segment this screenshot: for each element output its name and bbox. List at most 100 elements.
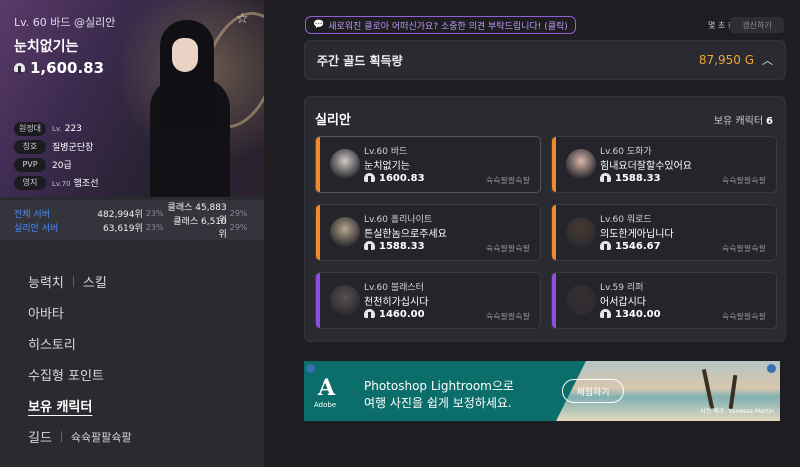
character-avatar [330, 149, 360, 179]
helmet-icon [600, 173, 611, 184]
character-card[interactable]: Lv.60 바드 눈치없기는 1600.83 슉슉팔팔슉팔 [315, 136, 541, 193]
character-card[interactable]: Lv.60 홀리나이트튼실한놈으로주세요 1588.33 슉슉팔팔슉팔 [315, 204, 541, 261]
character-subtitle: Lv. 60 바드 @실리안 [14, 16, 116, 29]
character-class: Lv.60 도화가 [600, 147, 652, 157]
info-value: 질병군단장 [52, 143, 94, 153]
ad-close-icon[interactable] [767, 364, 776, 373]
menu-item-roster[interactable]: 보유 캐릭터 [28, 390, 132, 421]
weekly-gold-panel[interactable]: 주간 골드 획득량 87,950 G ︿ [304, 40, 786, 80]
roster-count: 보유 캐릭터 6 [713, 116, 773, 127]
character-class: Lv.60 바드 [364, 147, 408, 157]
character-item-level: 1340.00 [600, 309, 661, 320]
character-class: Lv.60 워로드 [600, 215, 652, 225]
character-guild: 슉슉팔팔슉팔 [721, 176, 766, 185]
ranking-label: 전체 서버 [14, 209, 50, 220]
character-card[interactable]: Lv.60 블래스터 천천히가십시다 1460.00 슉슉팔팔슉팔 [315, 272, 541, 329]
character-avatar [330, 285, 360, 315]
character-avatar [330, 217, 360, 247]
character-name: 힘내요더잘할수있어요 [600, 161, 692, 172]
refresh-button[interactable]: 갱신하기 [730, 17, 784, 33]
ranking-box: 전체 서버 482,994위 23% 클래스 45,883위 29% 실리안 서… [0, 200, 264, 240]
character-name: 천천히가십시다 [364, 297, 429, 308]
class-ranking-value: 클래스 6,510위 [173, 217, 227, 240]
ranking-label: 실리안 서버 [14, 223, 59, 234]
menu-item-ability-skill: 능력치 스킬 [28, 266, 132, 297]
ad-title-line2: 여행 사진을 쉽게 보정하세요. [364, 396, 512, 410]
character-card[interactable]: Lv.60 워로드 의도한게아닙니다 1546.67 슉슉팔팔슉팔 [551, 204, 777, 261]
chevron-up-icon[interactable]: ︿ [762, 52, 773, 68]
adobe-logo: A Adobe [314, 373, 342, 409]
profile-info-list: 원정대 Lv. 223 칭호 질병군단장 PVP 20급 영지 Lv.70 햄조선 [14, 120, 98, 192]
card-accent-stripe [552, 273, 556, 328]
character-name: 튼실한놈으로주세요 [364, 229, 447, 240]
menu-item-guild: 길드 슉슉팔팔슉팔 [28, 421, 132, 452]
info-value: Lv. 223 [52, 123, 82, 134]
helmet-icon [364, 309, 375, 320]
character-item-level: 1588.33 [364, 241, 425, 252]
info-tag: PVP [14, 157, 46, 172]
advertisement-banner[interactable]: A Adobe Photoshop Lightroom으로 여행 사진을 쉽게 … [304, 361, 780, 421]
character-item-level: 1546.67 [600, 241, 661, 252]
card-accent-stripe [552, 205, 556, 260]
ranking-percent: 23% [145, 208, 164, 218]
character-guild: 슉슉팔팔슉팔 [485, 244, 530, 253]
character-guild: 슉슉팔팔슉팔 [485, 176, 530, 185]
palm-tree-icon [728, 374, 738, 410]
character-guild: 슉슉팔팔슉팔 [721, 312, 766, 321]
card-accent-stripe [316, 273, 320, 328]
character-item-level: 1460.00 [364, 309, 425, 320]
card-accent-stripe [552, 137, 556, 192]
weekly-gold-title: 주간 골드 획득량 [317, 53, 403, 68]
ad-info-icon[interactable] [306, 364, 315, 373]
ad-try-button[interactable]: 체험하기 [562, 379, 624, 403]
info-value: Lv.70 햄조선 [52, 179, 99, 189]
character-item-level: 1588.33 [600, 173, 661, 184]
menu-divider [72, 276, 74, 287]
favorite-star-icon[interactable]: ☆ [236, 11, 249, 27]
notice-text: 새로워진 클로아 어떠신가요? 소중한 의견 부탁드립니다! (클릭) [328, 21, 568, 32]
menu-item-collect[interactable]: 수집형 포인트 [28, 359, 132, 390]
info-row-expedition: 원정대 Lv. 223 [14, 120, 98, 137]
helmet-icon [600, 241, 611, 252]
palm-tree-icon [701, 369, 715, 409]
character-avatar [566, 285, 596, 315]
card-accent-stripe [316, 205, 320, 260]
info-tag: 칭호 [14, 139, 46, 154]
ranking-percent: 23% [145, 222, 164, 232]
ranking-row-server: 실리안 서버 63,619위 23% 클래스 6,510위 29% [14, 217, 250, 240]
menu-guild-name[interactable]: 슉슉팔팔슉팔 [71, 429, 132, 445]
info-tag: 원정대 [14, 121, 46, 136]
character-hero: Lv. 60 바드 @실리안 눈치없기는 1,600.83 ☆ 원정대 Lv. 2… [0, 0, 264, 197]
character-guild: 슉슉팔팔슉팔 [721, 244, 766, 253]
profile-menu: 능력치 스킬 아바타 히스토리 수집형 포인트 보유 캐릭터 길드 슉슉팔팔슉팔 [28, 266, 132, 452]
menu-ability[interactable]: 능력치 [28, 272, 64, 291]
ranking-value: 482,994위 [97, 209, 143, 220]
character-name: 눈치없기는 [14, 39, 79, 55]
info-value: 20급 [52, 161, 72, 171]
profile-sidebar: Lv. 60 바드 @실리안 눈치없기는 1,600.83 ☆ 원정대 Lv. 2… [0, 0, 264, 467]
character-card[interactable]: Lv.59 리퍼 어서갑시다 1340.00 슉슉팔팔슉팔 [551, 272, 777, 329]
info-row-pvp: PVP 20급 [14, 156, 98, 173]
menu-skill[interactable]: 스킬 [83, 272, 107, 291]
weekly-gold-value: 87,950 G ︿ [699, 52, 773, 68]
menu-item-avatar[interactable]: 아바타 [28, 297, 132, 328]
info-row-estate: 영지 Lv.70 햄조선 [14, 174, 98, 191]
helmet-icon [364, 173, 375, 184]
menu-item-history[interactable]: 히스토리 [28, 328, 132, 359]
character-avatar [566, 217, 596, 247]
info-row-title: 칭호 질병군단장 [14, 138, 98, 155]
adobe-logo-text: Adobe [314, 401, 337, 409]
character-class: Lv.60 홀리나이트 [364, 215, 433, 225]
info-tag: 영지 [14, 175, 46, 190]
roster-server-name: 실리안 [315, 113, 351, 128]
character-guild: 슉슉팔팔슉팔 [485, 312, 530, 321]
chat-icon: 💬 [313, 20, 325, 30]
character-face [172, 38, 198, 72]
character-roster-panel: 실리안 보유 캐릭터 6 Lv.60 바드 눈치없기는 1600.83 슉슉팔팔슉팔 Lv… [304, 96, 786, 342]
menu-guild[interactable]: 길드 [28, 427, 52, 446]
page: Lv. 60 바드 @실리안 눈치없기는 1,600.83 ☆ 원정대 Lv. 2… [0, 0, 800, 467]
item-level-value: 1,600.83 [30, 59, 105, 77]
class-ranking-percent: 29% [229, 208, 248, 218]
character-card[interactable]: Lv.60 도화가힘내요더잘할수있어요 1588.33 슉슉팔팔슉팔 [551, 136, 777, 193]
feedback-notice-banner[interactable]: 💬 새로워진 클로아 어떠신가요? 소중한 의견 부탁드립니다! (클릭) [305, 16, 576, 34]
